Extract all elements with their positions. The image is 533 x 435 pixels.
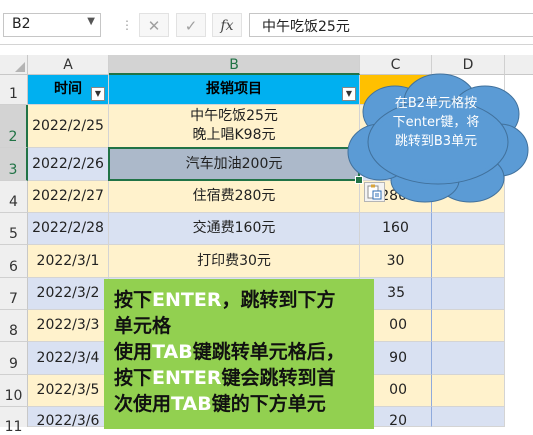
cell-a8[interactable]: 2022/3/3: [28, 310, 109, 342]
cell-b2-line2: 晚上唱K98元: [192, 127, 276, 143]
column-header-a[interactable]: A: [28, 55, 109, 75]
formula-input[interactable]: 中午吃饭25元: [249, 13, 533, 37]
cell-a6[interactable]: 2022/3/1: [28, 245, 109, 278]
select-all-corner[interactable]: [0, 55, 28, 75]
header-cell-time[interactable]: 时间 ▼: [28, 75, 109, 105]
formula-content: 中午吃饭25元: [262, 19, 350, 35]
cancel-icon[interactable]: ✕: [139, 13, 169, 37]
row-header-11[interactable]: 11: [0, 407, 28, 435]
cell-a2[interactable]: 2022/2/25: [28, 105, 109, 148]
drag-handle-icon[interactable]: ⋮: [121, 17, 133, 33]
cell-d11[interactable]: [432, 407, 505, 427]
cell-b6[interactable]: 打印费30元: [109, 245, 360, 278]
cell-b2[interactable]: 中午吃饭25元 晚上唱K98元: [109, 105, 360, 148]
row-header-2[interactable]: 2: [0, 105, 28, 148]
annotation-line-1: 按下ENTER，跳转到下方: [114, 289, 336, 311]
name-box-value: B2: [12, 16, 31, 32]
row-header-3[interactable]: 3: [0, 148, 28, 181]
cell-d5[interactable]: [432, 213, 505, 245]
cell-d10[interactable]: [432, 375, 505, 407]
cell-a7[interactable]: 2022/3/2: [28, 278, 109, 310]
annotation-line-4: 按下ENTER键会跳转到首: [114, 367, 336, 389]
cell-d9[interactable]: [432, 342, 505, 375]
active-cell-selection: [108, 147, 360, 181]
row-header-1[interactable]: 1: [0, 75, 28, 105]
cell-a4[interactable]: 2022/2/27: [28, 181, 109, 213]
name-box[interactable]: B2 ▼: [3, 13, 101, 37]
fx-icon[interactable]: fx: [212, 13, 242, 37]
cloud-callout-text: 在B2单元格按 下enter键，将 跳转到B3单元: [392, 96, 480, 149]
dropdown-arrow-icon[interactable]: ▼: [91, 87, 105, 101]
chevron-down-icon[interactable]: ▼: [87, 16, 95, 27]
row-header-9[interactable]: 9: [0, 342, 28, 375]
header-cell-item[interactable]: 报销项目 ▼: [109, 75, 360, 105]
select-all-icon: [15, 62, 25, 72]
cell-b2-line1: 中午吃饭25元: [190, 108, 278, 124]
cell-b4[interactable]: 住宿费280元: [109, 181, 360, 213]
cell-c5[interactable]: 160: [360, 213, 432, 245]
formula-bar: B2 ▼ ⋮ ✕ ✓ fx 中午吃饭25元: [0, 0, 533, 45]
row-header-7[interactable]: 7: [0, 278, 28, 310]
cell-d8[interactable]: [432, 310, 505, 342]
annotation-line-2: 单元格: [114, 315, 172, 337]
row-header-6[interactable]: 6: [0, 245, 28, 278]
annotation-line-3: 使用TAB键跳转单元格后，: [114, 341, 345, 363]
cell-a9[interactable]: 2022/3/4: [28, 342, 109, 375]
row-header-4[interactable]: 4: [0, 181, 28, 213]
cell-b5[interactable]: 交通费160元: [109, 213, 360, 245]
cell-d7[interactable]: [432, 278, 505, 310]
row-header-5[interactable]: 5: [0, 213, 28, 245]
cell-a5[interactable]: 2022/2/28: [28, 213, 109, 245]
row-header-8[interactable]: 8: [0, 310, 28, 342]
cell-a11[interactable]: 2022/3/6: [28, 407, 109, 429]
cell-c6[interactable]: 30: [360, 245, 432, 278]
row-header-10[interactable]: 10: [0, 375, 28, 407]
cell-a10[interactable]: 2022/3/5: [28, 375, 109, 407]
green-annotation: 按下ENTER，跳转到下方 单元格 使用TAB键跳转单元格后， 按下ENTER键…: [104, 279, 374, 429]
cell-d6[interactable]: [432, 245, 505, 278]
annotation-line-5: 次使用TAB键的下方单元: [114, 393, 326, 415]
cell-a3[interactable]: 2022/2/26: [28, 148, 109, 181]
enter-icon[interactable]: ✓: [176, 13, 206, 37]
column-header-b[interactable]: B: [109, 55, 360, 75]
